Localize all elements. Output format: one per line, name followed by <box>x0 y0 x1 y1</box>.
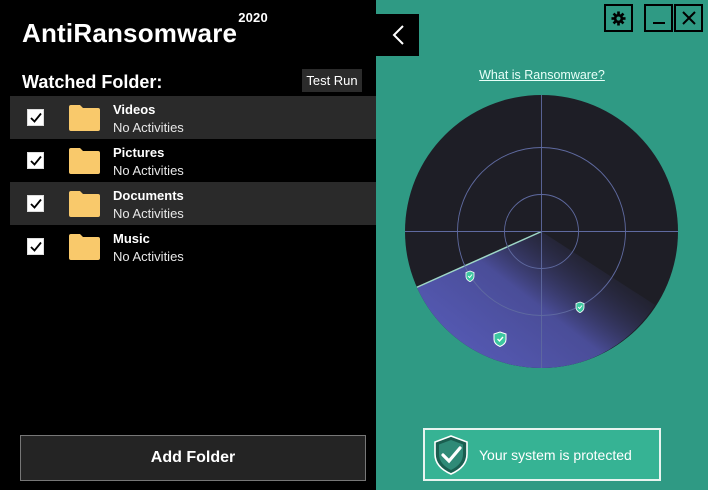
folder-list: Videos No Activities Pictures No Activit… <box>10 96 376 268</box>
folder-icon <box>69 234 100 260</box>
shield-check-icon <box>493 331 507 348</box>
checkmark-icon <box>29 198 42 209</box>
checkmark-icon <box>29 241 42 252</box>
chevron-left-icon <box>392 25 404 45</box>
checkbox-videos[interactable] <box>27 109 44 126</box>
radar-display <box>405 95 678 368</box>
folder-name: Pictures <box>113 145 165 160</box>
back-button[interactable] <box>376 14 419 56</box>
folder-row-videos[interactable]: Videos No Activities <box>10 96 376 139</box>
checkbox-music[interactable] <box>27 238 44 255</box>
folder-row-music[interactable]: Music No Activities <box>10 225 376 268</box>
minimize-icon <box>652 22 665 24</box>
test-run-button[interactable]: Test Run <box>302 69 362 92</box>
shield-check-icon <box>575 301 585 314</box>
checkbox-documents[interactable] <box>27 195 44 212</box>
folder-row-pictures[interactable]: Pictures No Activities <box>10 139 376 182</box>
left-panel: AntiRansomware2020 Watched Folder: Test … <box>0 0 376 490</box>
settings-button[interactable] <box>604 4 633 32</box>
minimize-button[interactable] <box>644 4 673 32</box>
right-panel: What is Ransomware? Your system is prote… <box>376 0 708 490</box>
folder-icon <box>69 148 100 174</box>
app-version: 2020 <box>238 10 268 26</box>
folder-status: No Activities <box>113 163 184 178</box>
folder-icon <box>69 105 100 131</box>
folder-name: Music <box>113 231 150 246</box>
folder-name: Videos <box>113 102 156 117</box>
folder-name: Documents <box>113 188 184 203</box>
add-folder-button[interactable]: Add Folder <box>20 435 366 481</box>
shield-check-icon <box>434 434 468 475</box>
close-icon <box>681 11 696 25</box>
folder-status: No Activities <box>113 120 184 135</box>
protection-status-box: Your system is protected <box>423 428 661 481</box>
app-title-text: AntiRansomware <box>22 18 238 48</box>
app-title: AntiRansomware2020 <box>22 10 268 49</box>
gear-icon <box>611 10 626 26</box>
shield-check-icon <box>465 270 475 283</box>
what-is-ransomware-link[interactable]: What is Ransomware? <box>376 68 708 82</box>
folder-status: No Activities <box>113 206 184 221</box>
folder-icon <box>69 191 100 217</box>
checkmark-icon <box>29 155 42 166</box>
protection-status-text: Your system is protected <box>479 446 632 463</box>
checkbox-pictures[interactable] <box>27 152 44 169</box>
folder-status: No Activities <box>113 249 184 264</box>
close-button[interactable] <box>674 4 703 32</box>
checkmark-icon <box>29 112 42 123</box>
folder-row-documents[interactable]: Documents No Activities <box>10 182 376 225</box>
watched-folder-label: Watched Folder: <box>22 72 163 92</box>
